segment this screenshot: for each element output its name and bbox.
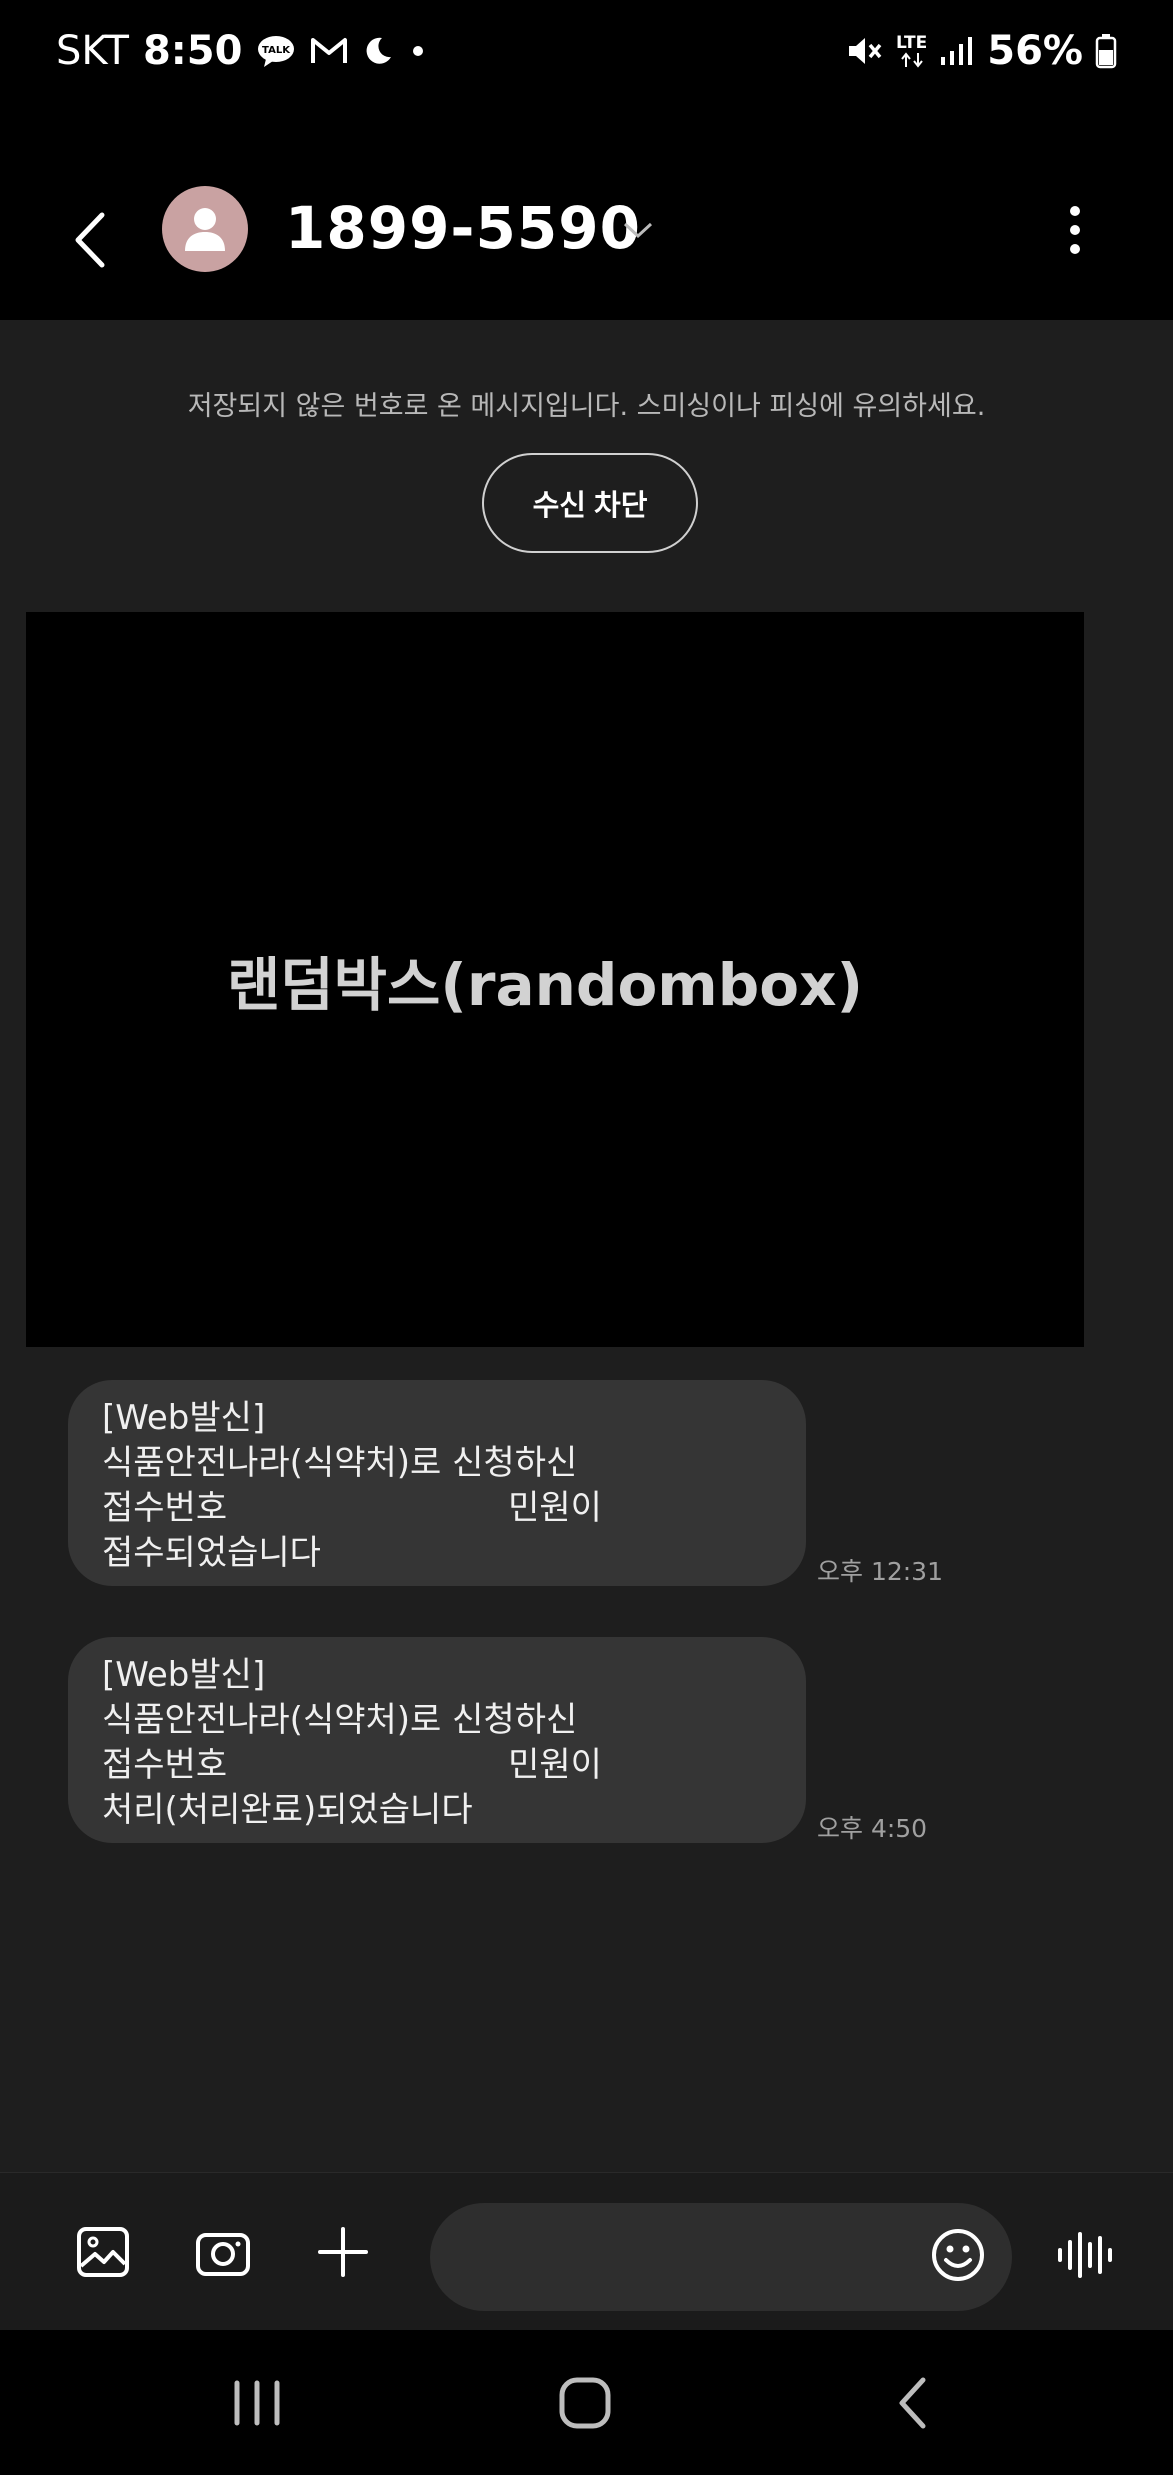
voice-record-button[interactable] (1050, 2225, 1120, 2285)
image-caption: 랜덤박스(randombox) (226, 950, 864, 1019)
emoji-button[interactable] (928, 2225, 988, 2285)
add-attachment-button[interactable] (310, 2217, 376, 2287)
back-arrow-icon (75, 212, 105, 268)
signal-icon (939, 35, 975, 67)
gallery-button[interactable] (70, 2217, 136, 2287)
message-line: [Web발신] (102, 1398, 266, 1438)
lte-label: LTE (896, 32, 928, 53)
status-right: LTE 56% (846, 28, 1117, 74)
block-button[interactable]: 수신 차단 (482, 453, 698, 553)
more-vertical-icon (1070, 206, 1080, 254)
message-time: 오후 4:50 (817, 1814, 928, 1843)
message-line: 접수되었습니다 (102, 1533, 321, 1573)
message-bubble[interactable]: [Web발신] 식품안전나라(식약처)로 신청하신 접수번호 민원이 처리(처리… (68, 1637, 806, 1843)
gallery-icon (77, 2227, 129, 2277)
message-time: 오후 12:31 (817, 1557, 943, 1586)
dot-icon (408, 41, 428, 61)
status-left: SKT 8:50 TALK (56, 28, 428, 74)
moon-icon (362, 35, 394, 67)
recents-button[interactable] (212, 2358, 302, 2448)
home-icon (559, 2377, 611, 2429)
compose-bar (0, 2172, 1173, 2331)
mail-icon (310, 36, 348, 66)
message-line: 식품안전나라(식약처)로 신청하신 (102, 1700, 578, 1740)
plus-icon (318, 2227, 368, 2277)
more-options-button[interactable] (1052, 200, 1098, 260)
nav-back-icon (899, 2377, 926, 2429)
emoji-icon (932, 2229, 984, 2281)
conversation-header: 1899-5590 (0, 110, 1173, 320)
clock: 8:50 (142, 28, 243, 74)
message-input[interactable] (430, 2203, 1012, 2311)
voice-icon (1058, 2232, 1112, 2278)
svg-text:TALK: TALK (263, 45, 292, 56)
message-line: 접수번호 민원이 (102, 1745, 602, 1785)
system-back-button[interactable] (868, 2358, 958, 2448)
status-bar: SKT 8:50 TALK LTE 56% (0, 0, 1173, 110)
camera-button[interactable] (190, 2217, 256, 2287)
chevron-down-icon (623, 222, 653, 239)
camera-icon (196, 2233, 250, 2276)
avatar[interactable] (162, 186, 248, 272)
home-button[interactable] (540, 2358, 630, 2448)
system-nav-bar (0, 2330, 1173, 2475)
contact-name[interactable]: 1899-5590 (285, 194, 641, 262)
message-line: 처리(처리완료)되었습니다 (102, 1790, 473, 1830)
mute-icon (846, 34, 884, 68)
avatar-person-icon (185, 208, 225, 251)
battery-icon (1095, 33, 1117, 69)
contact-chevron-button[interactable] (618, 210, 658, 250)
recents-icon (234, 2380, 280, 2426)
message-bubble[interactable]: [Web발신] 식품안전나라(식약처)로 신청하신 접수번호 민원이 접수되었습… (68, 1380, 806, 1586)
kakaotalk-icon: TALK (256, 34, 296, 68)
lte-icon: LTE (896, 32, 928, 68)
image-message[interactable]: 랜덤박스(randombox) (26, 612, 1084, 1347)
battery-percent: 56% (987, 28, 1083, 74)
message-line: 식품안전나라(식약처)로 신청하신 (102, 1443, 578, 1483)
message-line: 접수번호 민원이 (102, 1488, 602, 1528)
back-button[interactable] (60, 195, 120, 285)
message-line: [Web발신] (102, 1655, 266, 1695)
unknown-number-notice: 저장되지 않은 번호로 온 메시지입니다. 스미싱이나 피싱에 유의하세요. (187, 391, 986, 422)
carrier-label: SKT (56, 28, 129, 74)
